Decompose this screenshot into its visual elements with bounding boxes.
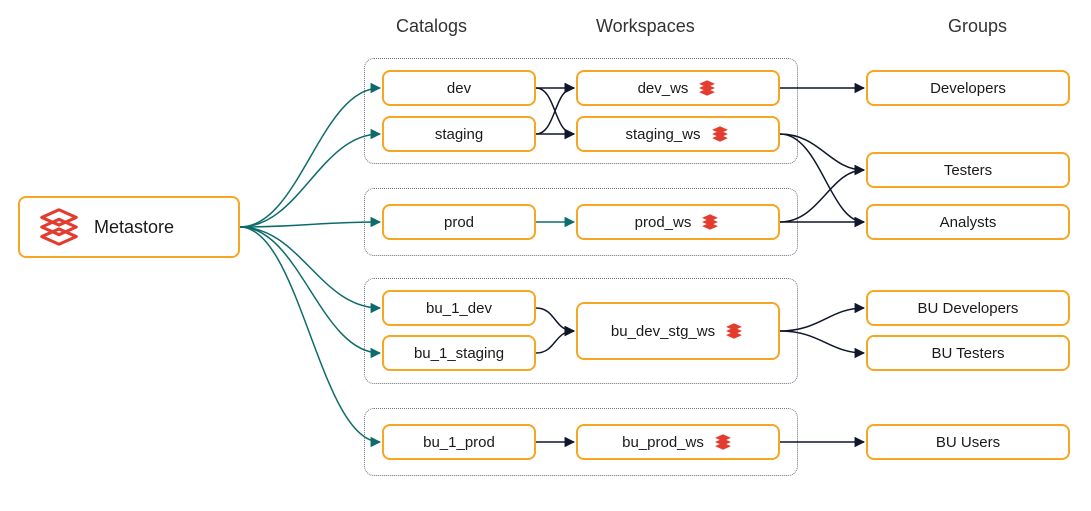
workspace-bu-dev-stg-ws-label: bu_dev_stg_ws (611, 323, 715, 340)
group-bu-developers: BU Developers (866, 290, 1070, 326)
group-bu-testers: BU Testers (866, 335, 1070, 371)
catalog-bu-1-prod-label: bu_1_prod (423, 434, 495, 451)
workspace-dev-ws: dev_ws (576, 70, 780, 106)
workspace-staging-ws: staging_ws (576, 116, 780, 152)
group-bu-developers-label: BU Developers (918, 300, 1019, 317)
databricks-icon (712, 431, 734, 453)
catalog-staging: staging (382, 116, 536, 152)
databricks-icon (723, 320, 745, 342)
catalog-dev: dev (382, 70, 536, 106)
diagram-stage: Catalogs Workspaces Groups (0, 0, 1091, 511)
workspace-bu-prod-ws: bu_prod_ws (576, 424, 780, 460)
workspace-prod-ws-label: prod_ws (635, 214, 692, 231)
catalog-dev-label: dev (447, 80, 471, 97)
group-testers-label: Testers (944, 162, 992, 179)
group-developers-label: Developers (930, 80, 1006, 97)
catalog-prod-label: prod (444, 214, 474, 231)
catalog-prod: prod (382, 204, 536, 240)
databricks-icon (699, 211, 721, 233)
workspace-staging-ws-label: staging_ws (625, 126, 700, 143)
group-bu-users: BU Users (866, 424, 1070, 460)
catalog-bu-1-dev: bu_1_dev (382, 290, 536, 326)
metastore-node: Metastore (18, 196, 240, 258)
group-bu-users-label: BU Users (936, 434, 1000, 451)
catalog-bu-1-staging-label: bu_1_staging (414, 345, 504, 362)
workspace-prod-ws: prod_ws (576, 204, 780, 240)
group-developers: Developers (866, 70, 1070, 106)
databricks-icon (709, 123, 731, 145)
group-bu-testers-label: BU Testers (931, 345, 1004, 362)
workspace-bu-dev-stg-ws: bu_dev_stg_ws (576, 302, 780, 360)
group-testers: Testers (866, 152, 1070, 188)
catalog-bu-1-prod: bu_1_prod (382, 424, 536, 460)
column-header-workspaces: Workspaces (596, 16, 695, 37)
catalog-staging-label: staging (435, 126, 483, 143)
catalog-bu-1-staging: bu_1_staging (382, 335, 536, 371)
group-analysts: Analysts (866, 204, 1070, 240)
column-header-groups: Groups (948, 16, 1007, 37)
databricks-icon (696, 77, 718, 99)
group-analysts-label: Analysts (940, 214, 997, 231)
column-header-catalogs: Catalogs (396, 16, 467, 37)
catalog-bu-1-dev-label: bu_1_dev (426, 300, 492, 317)
workspace-bu-prod-ws-label: bu_prod_ws (622, 434, 704, 451)
workspace-dev-ws-label: dev_ws (638, 80, 689, 97)
databricks-icon (36, 204, 82, 250)
metastore-label: Metastore (94, 217, 174, 238)
